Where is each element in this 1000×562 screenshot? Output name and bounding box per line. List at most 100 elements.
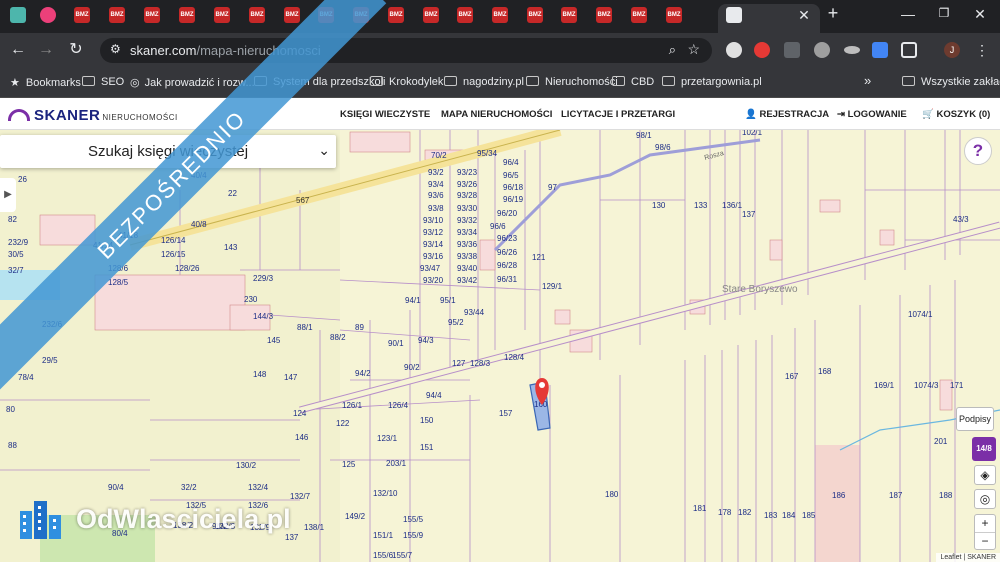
parcel-number-label: 229/3 <box>253 274 274 283</box>
parcel-number-label: 230 <box>244 295 258 304</box>
tab-bmz[interactable]: BMZ <box>561 7 577 23</box>
tab-bmz[interactable]: BMZ <box>666 7 682 23</box>
parcel-number-label: 151 <box>420 443 434 452</box>
watermark-text: OdWlasciciela.pl <box>76 503 291 534</box>
site-logo[interactable]: SKANER NIERUCHOMOŚCI <box>8 107 178 124</box>
sidebar-toggle-button[interactable]: ▶ <box>0 178 16 212</box>
map-attribution[interactable]: Leaflet | SKANER <box>936 553 1000 562</box>
tab-bmz[interactable]: BMZ <box>109 7 125 23</box>
tab-bmz[interactable]: BMZ <box>457 7 473 23</box>
bookmark-folder[interactable]: nagodziny.pl <box>444 76 524 88</box>
tab-bmz[interactable]: BMZ <box>179 7 195 23</box>
parcel-number-label: 94/4 <box>426 391 442 400</box>
browser-chrome: BMZ BMZ BMZ BMZ BMZ BMZ BMZ BMZ BMZ BMZ BMZ BMZ BMZ B… <box>0 0 1000 98</box>
zoom-in-button[interactable]: + <box>975 515 995 533</box>
nav-licytacje[interactable]: LICYTACJE I PRZETARGI <box>561 109 675 120</box>
user-icon: 👤 <box>745 109 757 120</box>
parcel-number-label: 178 <box>718 508 732 517</box>
parcel-number-label: 93/30 <box>457 204 478 213</box>
parcel-number-label: 89 <box>355 323 364 332</box>
tab-strip: BMZ BMZ BMZ BMZ BMZ BMZ BMZ BMZ BMZ BMZ BMZ BMZ BMZ B… <box>0 0 1000 33</box>
parcel-number-label: 26 <box>18 175 27 184</box>
help-button[interactable]: ? <box>964 137 992 165</box>
tab-bmz[interactable]: BMZ <box>492 7 508 23</box>
parcel-number-label: 168 <box>818 367 832 376</box>
reload-button[interactable]: ↻ <box>66 41 86 59</box>
tab-bmz[interactable]: BMZ <box>214 7 230 23</box>
parcel-number-label: 155/7 <box>392 551 413 560</box>
parcel-number-label: 132/10 <box>373 489 398 498</box>
tab-bmz[interactable]: BMZ <box>527 7 543 23</box>
extensions-puzzle-icon[interactable] <box>901 42 917 58</box>
forward-button[interactable]: → <box>36 41 56 59</box>
parcel-number-label: 149/2 <box>345 512 366 521</box>
parcel-number-label: 232/9 <box>8 238 29 247</box>
more-bookmarks-button[interactable]: » <box>864 73 871 88</box>
extension-icon[interactable] <box>784 42 800 58</box>
nav-mapa-nieruchomosci[interactable]: MAPA NIERUCHOMOŚCI <box>441 109 552 120</box>
nav-ksiegi-wieczyste[interactable]: KSIĘGI WIECZYSTE <box>340 109 430 120</box>
address-bar[interactable]: ⚙ skaner.com/mapa-nieruchomosci ⌕ ☆ <box>100 38 712 63</box>
tab-bmz[interactable]: BMZ <box>144 7 160 23</box>
zoom-out-button[interactable]: − <box>975 533 995 550</box>
parcel-number-label: 136/1 <box>722 201 743 210</box>
extension-icon[interactable] <box>754 42 770 58</box>
parcel-number-label: 96/18 <box>503 183 524 192</box>
restore-icon[interactable]: ❐ <box>934 6 954 20</box>
profile-avatar[interactable]: J <box>944 42 960 58</box>
parcel-number-label: 93/20 <box>423 276 444 285</box>
extension-icon[interactable] <box>726 42 742 58</box>
parcel-number-label: 80 <box>6 405 15 414</box>
labels-toggle-button[interactable]: Podpisy <box>956 407 994 431</box>
cart-link[interactable]: 🛒 KOSZYK (0) <box>922 109 990 120</box>
parcel-number-label: 201 <box>934 437 948 446</box>
tab-bmz[interactable]: BMZ <box>388 7 404 23</box>
tab-bmz[interactable]: BMZ <box>596 7 612 23</box>
all-bookmarks-folder[interactable]: Wszystkie zakładki <box>902 76 1000 88</box>
extension-icon[interactable] <box>814 42 830 58</box>
parcel-number-label: 128/3 <box>470 359 491 368</box>
site-info-icon[interactable]: ⚙ <box>110 42 121 56</box>
minimize-icon[interactable]: — <box>898 6 918 22</box>
parcel-number-label: 169/1 <box>874 381 895 390</box>
bookmark-folder[interactable]: przetargownia.pl <box>662 76 762 88</box>
bookmark-folder[interactable]: SEO <box>82 76 124 88</box>
close-tab-icon[interactable]: ✕ <box>794 7 814 24</box>
new-tab-button[interactable]: + <box>823 3 843 24</box>
parcel-number-label: 121 <box>532 253 546 262</box>
bookmark-item[interactable]: ★ Bookmarks <box>10 76 81 89</box>
pink-parcel <box>815 445 860 562</box>
layers-icon[interactable]: ◈ <box>974 465 996 485</box>
menu-kebab-icon[interactable]: ⋮ <box>972 41 992 59</box>
register-link[interactable]: 👤 REJESTRACJA <box>745 109 829 120</box>
parcel-number-label: 93/12 <box>423 228 444 237</box>
tab-bmz[interactable]: BMZ <box>631 7 647 23</box>
parcel-number-label: 138/1 <box>304 523 325 532</box>
tab-bmz[interactable]: BMZ <box>284 7 300 23</box>
parcel-number-label: 93/47 <box>420 264 441 273</box>
parcel-number-label: 127 <box>452 359 466 368</box>
parcel-number-label: 94/3 <box>418 336 434 345</box>
back-button[interactable]: ← <box>8 41 28 59</box>
bookmark-star-icon[interactable]: ☆ <box>687 41 700 58</box>
parcel-number-label: 126/4 <box>388 401 409 410</box>
parcel-number-label: 183 <box>764 511 778 520</box>
window-close-icon[interactable]: ✕ <box>970 6 990 23</box>
bookmark-folder[interactable]: Krokodylek <box>370 76 443 88</box>
chevron-down-icon[interactable]: ⌄ <box>318 142 330 159</box>
locate-icon[interactable]: ◎ <box>974 489 996 509</box>
tab-bmz[interactable]: BMZ <box>249 7 265 23</box>
tab-icon[interactable] <box>10 7 26 23</box>
extension-icon[interactable] <box>844 46 860 54</box>
parcel-number-label: 93/36 <box>457 240 478 249</box>
login-link[interactable]: ⇥ LOGOWANIE <box>837 109 907 120</box>
parcel-number-label: 32/7 <box>8 266 24 275</box>
zoom-icon[interactable]: ⌕ <box>669 42 676 58</box>
tab-bmz[interactable]: BMZ <box>423 7 439 23</box>
bookmark-folder[interactable]: CBD <box>612 76 654 88</box>
parcel-number-label: 185 <box>802 511 816 520</box>
tab-icon[interactable] <box>40 7 56 23</box>
translate-icon[interactable] <box>872 42 888 58</box>
bookmark-folder[interactable]: Nieruchomości <box>526 76 618 88</box>
tab-bmz[interactable]: BMZ <box>74 7 90 23</box>
